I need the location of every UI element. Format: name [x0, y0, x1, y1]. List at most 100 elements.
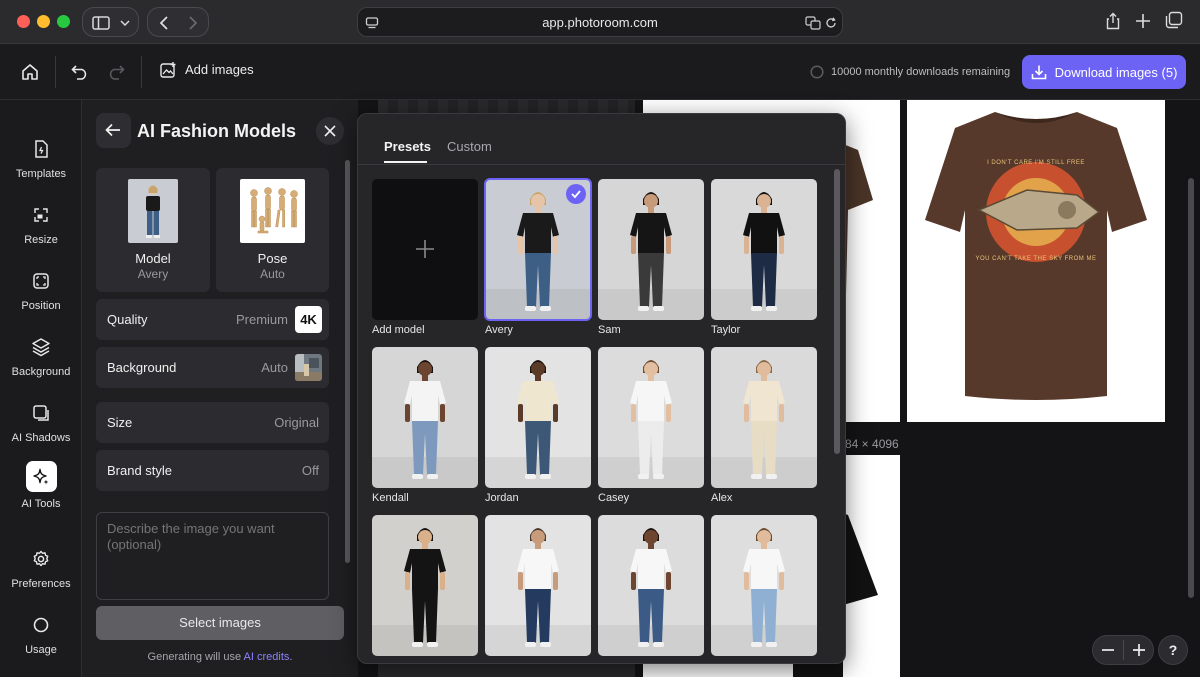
add-images-label: Add images [185, 62, 254, 77]
canvas-scrollbar[interactable] [1188, 178, 1194, 598]
size-row[interactable]: Size Original [96, 402, 329, 443]
pose-card-value: Auto [260, 267, 285, 281]
minus-icon [1102, 649, 1114, 651]
close-window-button[interactable] [17, 15, 30, 28]
quality-badge: 4K [295, 306, 322, 333]
close-panel-button[interactable] [316, 117, 344, 145]
translate-icon[interactable] [805, 16, 821, 30]
pose-card-label: Pose [257, 251, 288, 266]
add-images-button[interactable]: Add images [160, 61, 254, 78]
zoom-out-button[interactable] [1093, 636, 1123, 664]
history-nav [147, 7, 209, 37]
download-icon [1031, 65, 1046, 80]
undo-button[interactable] [71, 64, 89, 80]
image-dimension-label: 84 × 4096 [845, 437, 899, 451]
rail-item-ai-tools[interactable]: AI Tools [0, 461, 82, 510]
chevron-down-icon [120, 20, 130, 26]
add-model-tile[interactable] [372, 179, 478, 320]
model-card-label: Model [135, 251, 171, 266]
downloads-remaining-text: 10000 monthly downloads remaining [831, 66, 1011, 78]
rail-label: Background [11, 366, 71, 378]
new-tab-button[interactable] [1133, 11, 1153, 31]
model-name-label: Casey [598, 492, 630, 504]
rail-item-usage[interactable]: Usage [0, 614, 82, 656]
download-images-button[interactable]: Download images (5) [1022, 55, 1186, 89]
ai-credits-link[interactable]: AI credits [244, 651, 290, 663]
model-tile[interactable] [598, 347, 704, 488]
tab-presets[interactable]: Presets [384, 139, 431, 154]
model-tile[interactable] [598, 179, 704, 320]
selected-check-icon [566, 184, 586, 204]
model-name-label: Sam [598, 324, 621, 336]
pose-card[interactable]: Pose Auto [216, 168, 329, 292]
rail-label: Preferences [11, 578, 71, 590]
shirt-print-bottom-text: YOU CAN'T TAKE THE SKY FROM ME [975, 256, 1097, 262]
sparkle-icon [25, 461, 57, 492]
panel-scrollbar[interactable] [345, 160, 350, 563]
home-button[interactable] [21, 63, 39, 81]
model-tile[interactable] [598, 515, 704, 656]
tabs-divider [358, 164, 845, 165]
share-button[interactable] [1098, 7, 1128, 37]
product-image-2[interactable]: I DON'T CARE I'M STILL FREE YOU CAN'T TA… [907, 100, 1165, 422]
model-tile[interactable] [372, 515, 478, 656]
download-images-label: Download images (5) [1054, 64, 1178, 80]
position-icon [33, 273, 49, 289]
model-thumbnail [128, 179, 178, 243]
zoom-in-button[interactable] [1124, 636, 1154, 664]
model-photo [485, 360, 591, 488]
shirt-print-top-text: I DON'T CARE I'M STILL FREE [987, 160, 1085, 166]
usage-circle-icon [33, 617, 49, 633]
model-photo [711, 528, 817, 656]
popover-scrollbar[interactable] [834, 169, 840, 454]
undo-icon [71, 65, 87, 80]
arrow-left-icon [105, 123, 120, 137]
progress-ring-icon [810, 65, 824, 79]
prompt-textarea[interactable] [96, 512, 329, 600]
rail-item-background[interactable]: Background [0, 336, 82, 378]
model-tile[interactable] [485, 347, 591, 488]
page-menu-icon[interactable] [365, 16, 379, 30]
model-tile[interactable] [711, 179, 817, 320]
model-name-label: Alex [711, 492, 733, 504]
forward-icon[interactable] [189, 16, 197, 30]
model-tile[interactable] [484, 178, 592, 321]
rail-item-resize[interactable]: Resize [0, 204, 82, 246]
rail-item-templates[interactable]: Templates [0, 138, 82, 180]
brand-style-value: Off [301, 463, 319, 478]
quality-row[interactable]: Quality Premium 4K [96, 299, 329, 340]
rail-label: AI Shadows [11, 432, 71, 444]
app-header: Add images 10000 monthly downloads remai… [0, 44, 1200, 100]
home-icon [22, 64, 38, 80]
model-picker-popover: Presets Custom Add model Avery Sam Taylor K… [357, 113, 846, 664]
model-tile[interactable] [372, 347, 478, 488]
model-photo [485, 528, 591, 656]
model-card[interactable]: Model Avery [96, 168, 210, 292]
maximize-window-button[interactable] [57, 15, 70, 28]
transparent-checker [378, 100, 635, 114]
model-tile[interactable] [711, 515, 817, 656]
quality-label: Quality [107, 312, 148, 327]
model-tile[interactable] [711, 347, 817, 488]
brand-style-row[interactable]: Brand style Off [96, 450, 329, 491]
rail-item-preferences[interactable]: Preferences [0, 548, 82, 590]
minimize-window-button[interactable] [37, 15, 50, 28]
sidebar-toggle-button[interactable] [82, 7, 139, 37]
model-name-label: Jordan [485, 492, 519, 504]
reload-icon[interactable] [825, 17, 837, 29]
model-tile[interactable] [485, 515, 591, 656]
tab-overview-button[interactable] [1165, 11, 1185, 31]
back-icon[interactable] [160, 16, 168, 30]
back-button[interactable] [96, 113, 131, 148]
redo-button[interactable] [107, 64, 125, 80]
rail-item-position[interactable]: Position [0, 270, 82, 312]
address-bar[interactable]: app.photoroom.com [357, 7, 843, 37]
tabs-icon [1165, 11, 1183, 29]
add-image-icon [160, 62, 176, 78]
pose-thumbnail [240, 179, 305, 243]
select-images-button[interactable]: Select images [96, 606, 344, 640]
background-row[interactable]: Background Auto [96, 347, 329, 388]
tab-custom[interactable]: Custom [447, 139, 492, 154]
help-button[interactable]: ? [1158, 635, 1188, 665]
rail-item-ai-shadows[interactable]: AI Shadows [0, 402, 82, 444]
